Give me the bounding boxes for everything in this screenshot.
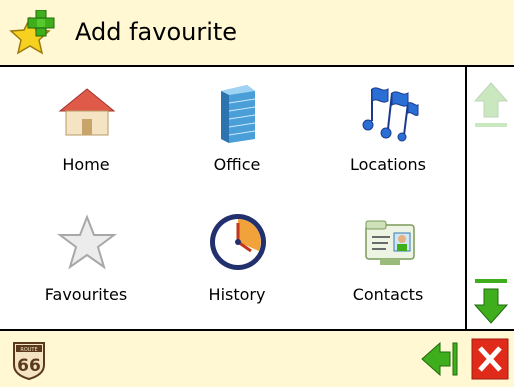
favourite-type-grid: Home Office Locations Favourites History… — [0, 67, 465, 329]
add-favourite-screen: Add favourite Home Office Locations Favo… — [0, 0, 514, 387]
star-icon — [57, 214, 117, 270]
tile-favourites[interactable]: Favourites — [16, 203, 156, 321]
tile-office[interactable]: Office — [167, 73, 307, 191]
contact-card-icon — [365, 220, 415, 265]
route66-logo-icon[interactable]: ROUTE 66 — [10, 337, 48, 381]
tile-home[interactable]: Home — [16, 73, 156, 191]
tile-contacts-label: Contacts — [352, 285, 424, 304]
title-bar: Add favourite — [0, 0, 514, 67]
close-button[interactable] — [470, 337, 510, 381]
add-star-icon — [9, 10, 55, 55]
scroll-column — [465, 67, 514, 329]
bottom-bar: ROUTE 66 — [0, 329, 514, 387]
tile-office-label: Office — [213, 155, 261, 174]
tile-locations[interactable]: Locations — [318, 73, 458, 191]
clock-icon — [210, 214, 266, 270]
route-logo-small-text: ROUTE — [20, 347, 37, 353]
route-logo-number: 66 — [17, 356, 41, 376]
tile-locations-label: Locations — [349, 155, 426, 174]
tile-contacts[interactable]: Contacts — [318, 203, 458, 321]
tile-history[interactable]: History — [167, 203, 307, 321]
location-flags-icon — [362, 87, 419, 142]
back-arrow-button[interactable] — [420, 339, 460, 379]
tile-history-label: History — [208, 285, 266, 304]
scroll-down-arrow-icon[interactable] — [473, 277, 509, 327]
tile-home-label: Home — [62, 155, 110, 174]
scroll-up-arrow-icon[interactable] — [473, 79, 509, 129]
office-building-icon — [221, 85, 256, 143]
tile-favourites-label: Favourites — [44, 285, 128, 304]
house-icon — [58, 88, 116, 136]
page-title: Add favourite — [75, 18, 238, 46]
